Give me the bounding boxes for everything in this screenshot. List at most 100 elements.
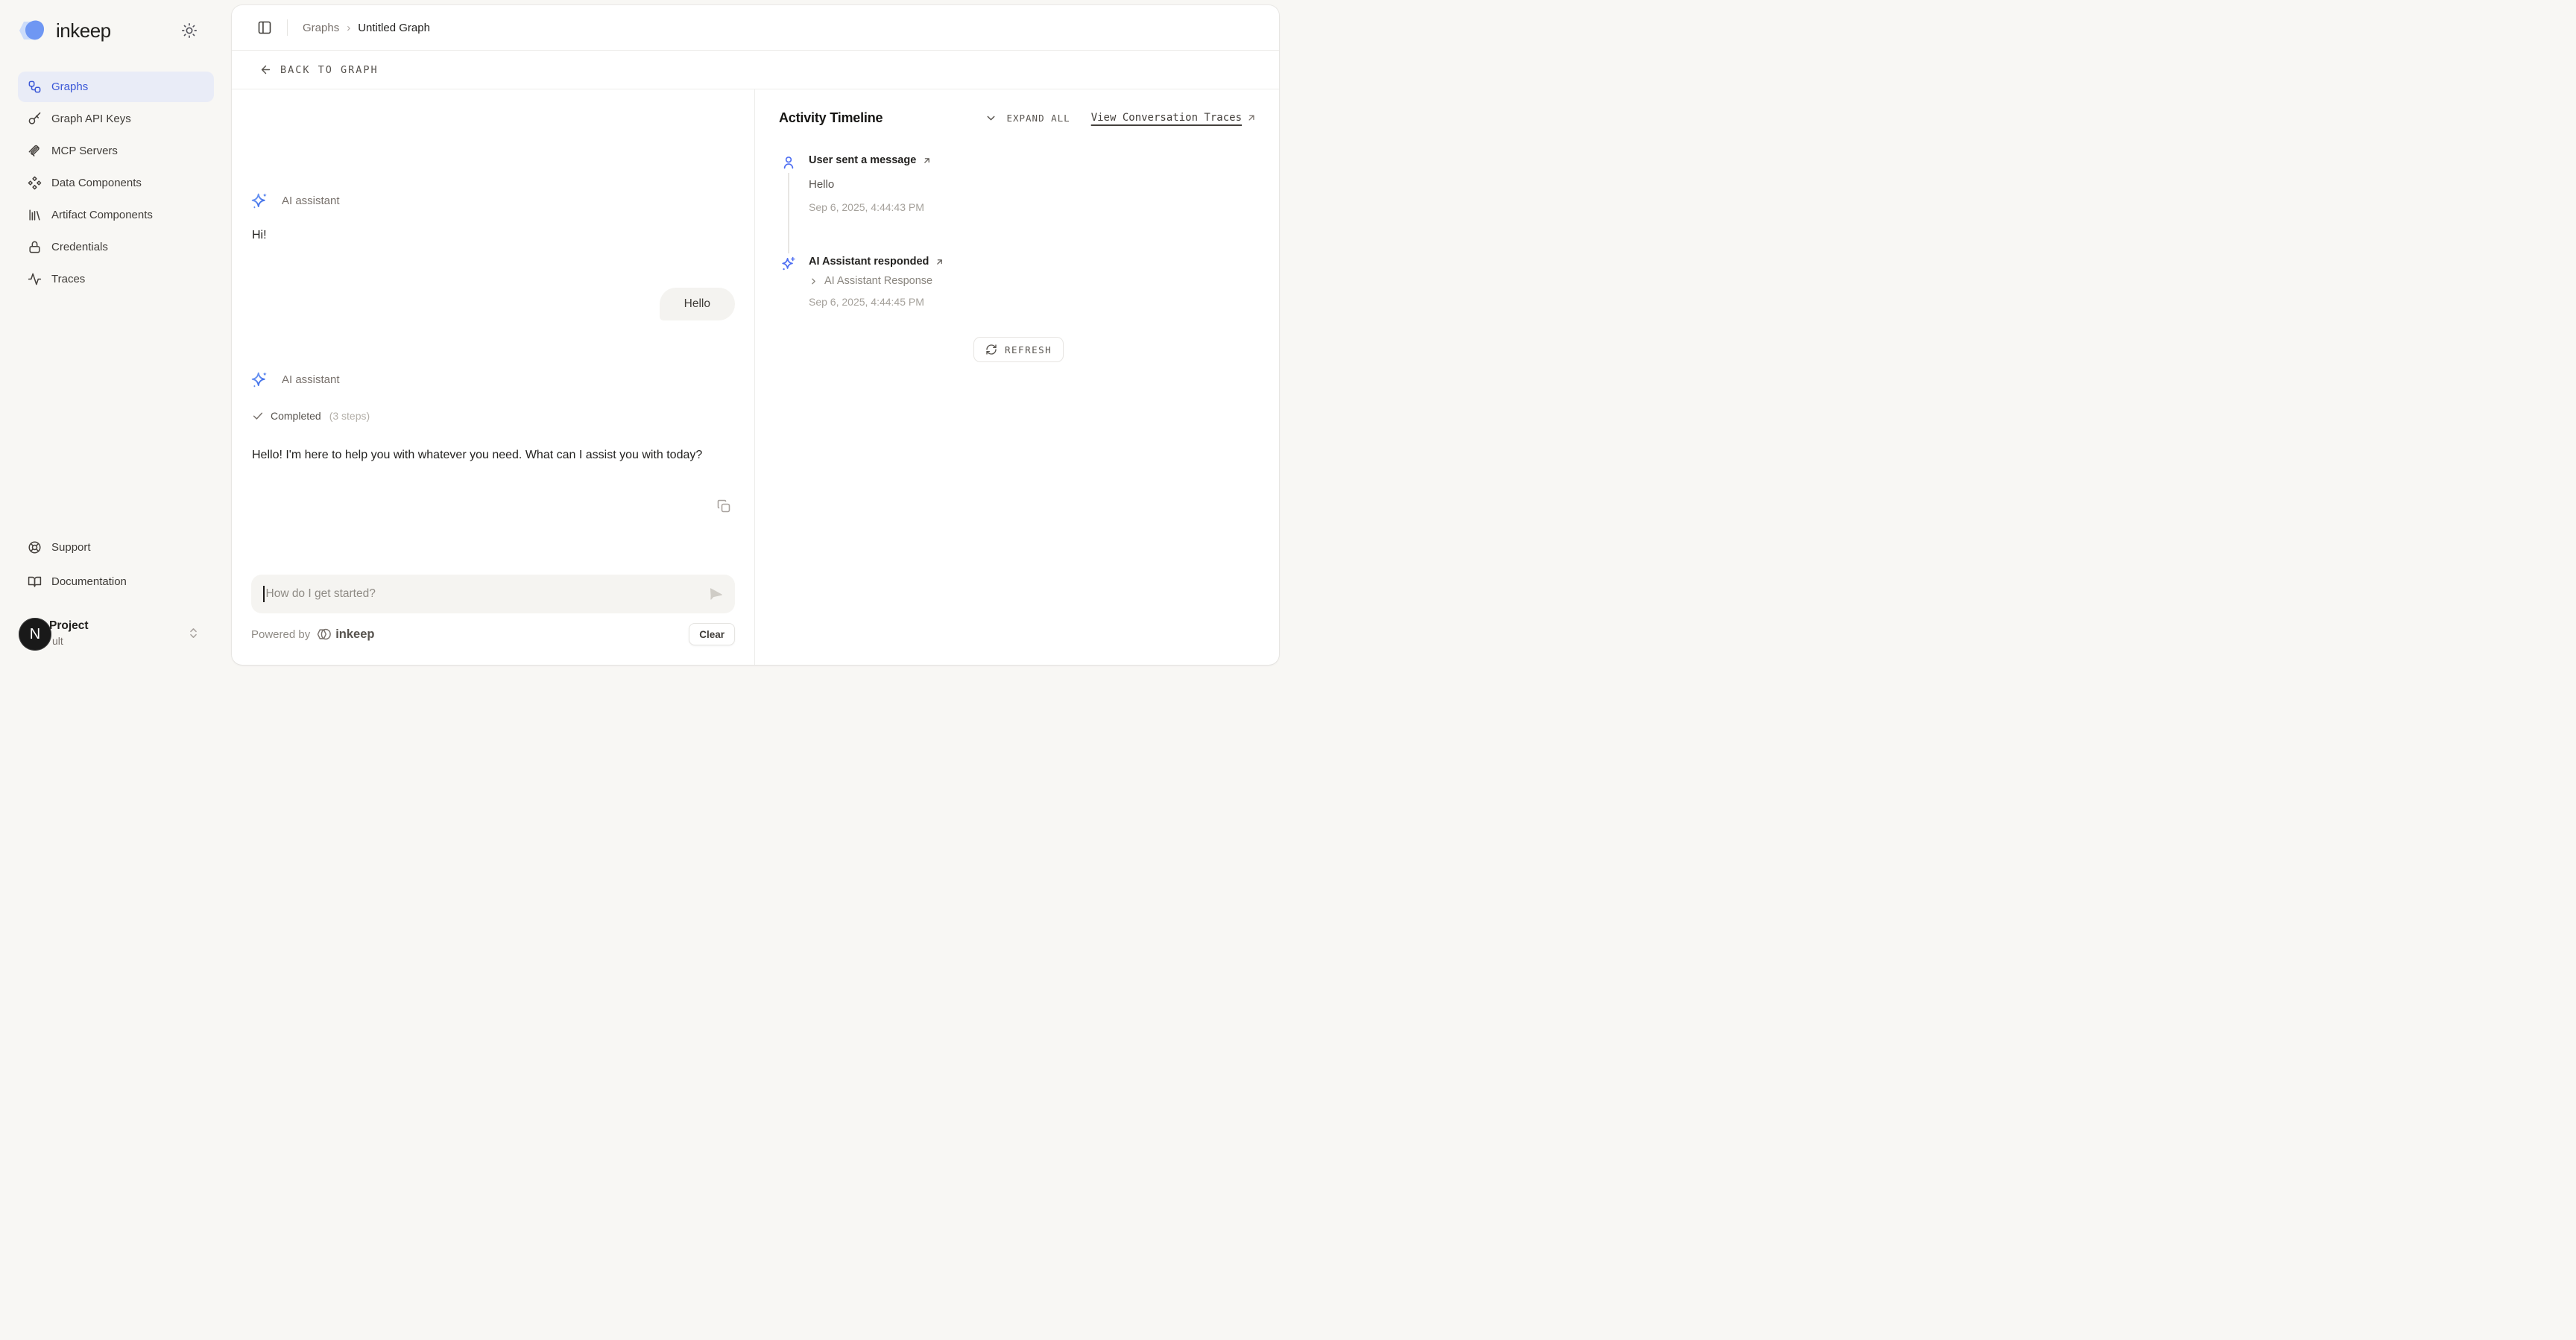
sidebar-item-label: Traces: [51, 273, 85, 285]
chat-panel: AI assistant Hi! Hello AI assistant: [232, 89, 755, 665]
timeline-event-title[interactable]: User sent a message: [809, 154, 932, 166]
sun-icon[interactable]: [181, 22, 198, 39]
check-icon: [252, 410, 264, 422]
status-label: Completed: [271, 410, 321, 422]
timeline-event-body: Hello: [809, 178, 834, 191]
sidebar-item-documentation[interactable]: Documentation: [18, 566, 214, 597]
sidebar-item-label: Data Components: [51, 177, 142, 189]
avatar: N: [19, 618, 51, 651]
activity-icon: [28, 272, 42, 286]
library-icon: [28, 208, 42, 222]
chevrons-up-down-icon[interactable]: [187, 627, 200, 639]
sidebar-footer-nav: Support Documentation: [18, 532, 214, 597]
life-buoy-icon: [28, 540, 42, 554]
header-divider: [287, 19, 288, 36]
key-icon: [28, 112, 42, 126]
sidebar-item-mcp-servers[interactable]: MCP Servers: [18, 136, 214, 166]
project-selector[interactable]: Project ult N: [18, 618, 214, 655]
breadcrumb: Graphs › Untitled Graph: [303, 22, 430, 34]
event-title-text: AI Assistant responded: [809, 256, 929, 268]
text-caret: [263, 586, 265, 602]
sidebar-item-traces[interactable]: Traces: [18, 264, 214, 294]
expander-label: AI Assistant Response: [824, 275, 932, 287]
assistant-message: Hi!: [252, 229, 267, 242]
ai-assistant-response-expander[interactable]: AI Assistant Response: [809, 275, 932, 287]
breadcrumb-graphs[interactable]: Graphs: [303, 22, 339, 34]
sidebar-item-credentials[interactable]: Credentials: [18, 232, 214, 262]
back-to-graph-label: BACK TO GRAPH: [280, 64, 379, 76]
view-conversation-traces-link[interactable]: View Conversation Traces: [1091, 112, 1257, 124]
assistant-name: AI assistant: [282, 373, 340, 386]
completion-status[interactable]: Completed (3 steps): [252, 410, 370, 422]
event-title-text: User sent a message: [809, 154, 916, 166]
breadcrumb-separator: ›: [347, 22, 350, 34]
sidebar-item-artifact-components[interactable]: Artifact Components: [18, 200, 214, 230]
back-to-graph-button[interactable]: BACK TO GRAPH: [232, 51, 1279, 89]
book-open-icon: [28, 575, 42, 589]
inkeep-logo: inkeep: [18, 19, 111, 42]
sidebar-item-data-components[interactable]: Data Components: [18, 168, 214, 198]
workflow-icon: [28, 80, 42, 94]
assistant-header: AI assistant: [250, 192, 340, 210]
main-panel: Graphs › Untitled Graph BACK TO GRAPH: [232, 5, 1279, 665]
mcp-icon: [28, 144, 42, 158]
timeline-event-timestamp: Sep 6, 2025, 4:44:43 PM: [809, 201, 924, 213]
arrow-up-right-icon: [1246, 113, 1257, 123]
sidebar-item-label: Graph API Keys: [51, 113, 131, 125]
powered-by-brand: inkeep: [335, 628, 374, 642]
lock-icon: [28, 240, 42, 254]
chevron-right-icon: [809, 276, 818, 286]
inkeep-logo-icon: [18, 19, 49, 42]
chat-input[interactable]: How do I get started?: [251, 575, 735, 613]
sidebar-nav: Graphs Graph API Keys MCP Servers: [18, 72, 214, 294]
user-icon: [781, 155, 796, 170]
powered-by-label: Powered by: [251, 628, 310, 641]
sidebar-item-graphs[interactable]: Graphs: [18, 72, 214, 102]
project-name: Project: [49, 619, 89, 633]
sidebar-item-label: Credentials: [51, 241, 108, 253]
sidebar-header: inkeep: [18, 18, 214, 43]
breadcrumb-current: Untitled Graph: [358, 22, 430, 34]
refresh-button[interactable]: REFRESH: [973, 337, 1064, 362]
project-subtitle: ult: [52, 635, 63, 647]
sidebar-item-label: MCP Servers: [51, 145, 118, 157]
sidebar-item-label: Artifact Components: [51, 209, 153, 221]
timeline-event-title[interactable]: AI Assistant responded: [809, 256, 944, 268]
component-icon: [28, 176, 42, 190]
assistant-message: Hello! I'm here to help you with whateve…: [252, 446, 735, 465]
activity-timeline-panel: Activity Timeline EXPAND ALL View Conver…: [755, 89, 1279, 665]
timeline-header: Activity Timeline EXPAND ALL View Conver…: [779, 107, 1257, 128]
sidebar-item-graph-api-keys[interactable]: Graph API Keys: [18, 104, 214, 134]
arrow-up-right-icon: [922, 156, 932, 165]
sidebar-item-support[interactable]: Support: [18, 532, 214, 563]
send-icon[interactable]: [707, 585, 724, 603]
chat-input-placeholder: How do I get started?: [266, 587, 376, 601]
inkeep-wordmark: inkeep: [56, 19, 111, 42]
sparkles-icon: [250, 370, 269, 389]
chat-footer: Powered by inkeep Clear: [251, 623, 735, 645]
arrow-left-icon: [259, 63, 272, 76]
chevron-down-icon[interactable]: [985, 112, 997, 124]
refresh-icon: [985, 344, 997, 355]
sidebar: inkeep Graphs Graph AP: [0, 0, 232, 670]
sidebar-item-label: Graphs: [51, 80, 88, 93]
sidebar-item-label: Support: [51, 541, 91, 554]
inkeep-glyph-icon: [316, 628, 332, 641]
page-header: Graphs › Untitled Graph: [232, 5, 1279, 51]
sparkles-icon: [781, 256, 796, 271]
timeline-event-timestamp: Sep 6, 2025, 4:44:45 PM: [809, 296, 924, 308]
user-message-bubble: Hello: [660, 288, 735, 320]
copy-icon[interactable]: [716, 499, 731, 513]
steps-count: (3 steps): [329, 410, 370, 422]
view-traces-label: View Conversation Traces: [1091, 112, 1242, 124]
sidebar-item-label: Documentation: [51, 575, 127, 588]
assistant-header: AI assistant: [250, 370, 340, 389]
expand-all-button[interactable]: EXPAND ALL: [1006, 113, 1070, 124]
panel-left-toggle-icon[interactable]: [257, 20, 272, 35]
sparkles-icon: [250, 192, 269, 210]
clear-button[interactable]: Clear: [689, 623, 735, 645]
timeline-title: Activity Timeline: [779, 110, 883, 126]
refresh-label: REFRESH: [1005, 344, 1052, 355]
assistant-name: AI assistant: [282, 195, 340, 207]
arrow-up-right-icon: [935, 257, 944, 267]
